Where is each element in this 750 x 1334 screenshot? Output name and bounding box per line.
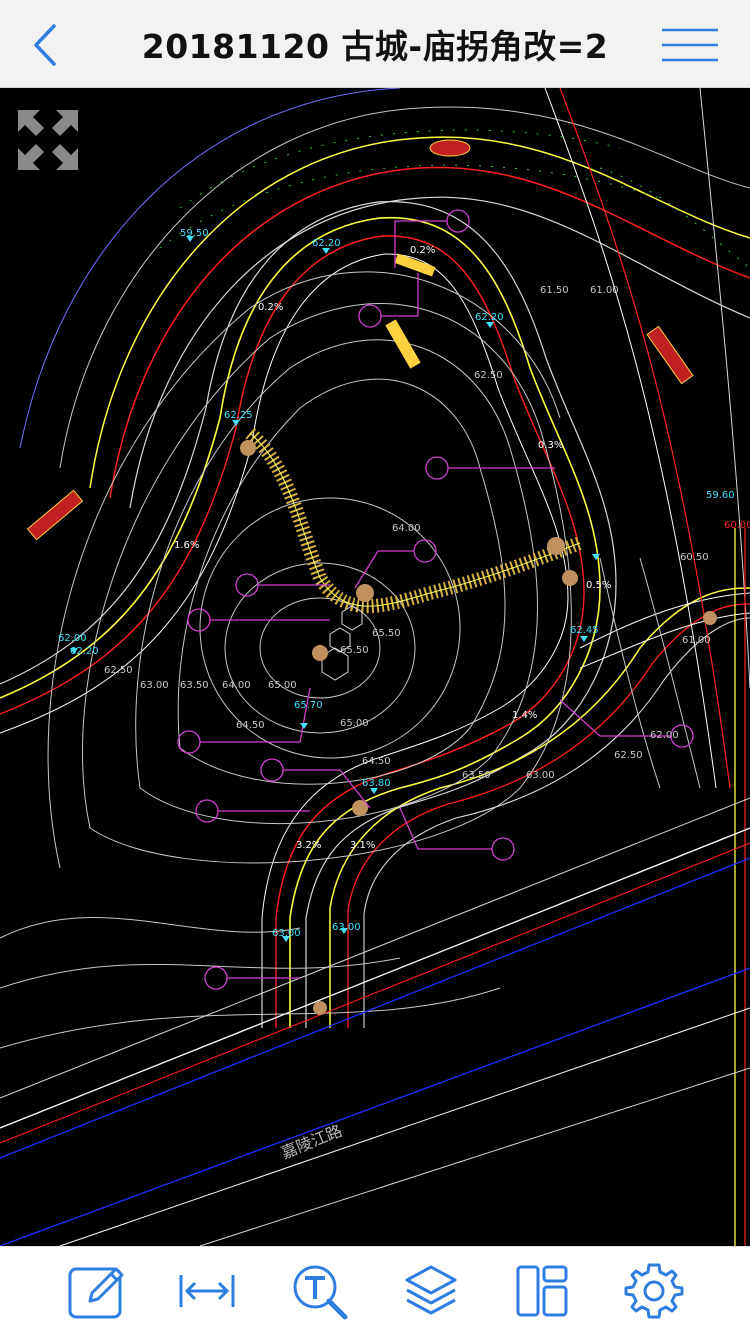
elevation-label: 60.00: [724, 520, 750, 531]
fullscreen-button[interactable]: [14, 106, 82, 174]
chevron-left-icon: [34, 24, 56, 66]
elevation-label: 63.00: [526, 770, 555, 781]
elevation-label: 62.50: [474, 370, 503, 381]
elevation-label: 62.45: [570, 625, 599, 636]
elevation-label: 61.00: [682, 635, 711, 646]
text-search-tool-button[interactable]: [287, 1259, 351, 1323]
layout-tool-button[interactable]: [510, 1259, 574, 1323]
elevation-label: 63.50: [462, 770, 491, 781]
ornament-objects: [26, 139, 694, 541]
pavilion: [321, 605, 363, 681]
gear-icon: [624, 1263, 684, 1318]
elevation-label: 62.20: [70, 646, 99, 657]
pencil-icon: [68, 1267, 124, 1318]
elevation-label: 59.50: [180, 228, 209, 239]
drawing-title: 20181120 古城-庙拐角改=2: [141, 26, 609, 66]
elevation-label: 64.00: [222, 680, 251, 691]
layout-icon: [516, 1265, 568, 1316]
elevation-label: 59.60: [706, 490, 735, 501]
elevation-label: 63.00: [272, 928, 301, 939]
elevation-label: 62.50: [614, 750, 643, 761]
elevation-label: 62.25: [224, 410, 253, 421]
elevation-label: 60.50: [680, 552, 709, 563]
hillside-road-band: [19, 88, 750, 509]
text-search-icon: [293, 1265, 348, 1319]
tree-symbols: [240, 440, 717, 1015]
bottom-toolbar: [0, 1246, 750, 1334]
elevation-label: 62.20: [312, 238, 341, 249]
expand-arrows-icon: [18, 110, 78, 170]
edit-tool-button[interactable]: [64, 1259, 128, 1323]
street-name: 嘉陵江路: [278, 1121, 344, 1163]
elevation-label: 63.00: [140, 680, 169, 691]
elevation-label: 65.00: [268, 680, 297, 691]
cad-drawing[interactable]: 59.50 62.20 62.20 62.25 62.00 62.20 62.5…: [0, 88, 750, 1246]
street-band: [0, 797, 750, 1246]
back-button[interactable]: [22, 22, 72, 68]
slope-label: 3.2%: [296, 840, 321, 851]
elevation-label: 63.00: [332, 922, 361, 933]
elevation-label: 62.00: [650, 730, 679, 741]
slope-label: 1.6%: [174, 540, 199, 551]
elevation-label: 61.00: [590, 285, 619, 296]
elevation-label: 63.80: [362, 778, 391, 789]
elevation-label: 64.50: [362, 756, 391, 767]
slope-label: 0.2%: [410, 245, 435, 256]
elevation-label: 63.50: [180, 680, 209, 691]
settings-tool-button[interactable]: [622, 1259, 686, 1323]
elevation-label: 65.70: [294, 700, 323, 711]
slope-label: 1.4%: [512, 710, 537, 721]
elevation-label: 62.50: [104, 665, 133, 676]
measure-tool-button[interactable]: [175, 1259, 239, 1323]
elevation-label: 65.50: [340, 645, 369, 656]
slope-label: 0.2%: [258, 302, 283, 313]
elevation-label: 64.00: [392, 523, 421, 534]
cad-drawing-canvas[interactable]: 59.50 62.20 62.20 62.25 62.00 62.20 62.5…: [0, 88, 750, 1246]
elevation-label: 62.00: [58, 633, 87, 644]
hamburger-menu-icon: [662, 28, 718, 62]
elevation-labels: 59.50 62.20 62.20 62.25 62.00 62.20 62.5…: [58, 228, 750, 1163]
elevation-label: 61.50: [540, 285, 569, 296]
menu-button[interactable]: [660, 26, 720, 64]
measure-arrows-icon: [179, 1274, 235, 1307]
slope-label: 0.5%: [586, 580, 611, 591]
elevation-label: 62.20: [475, 312, 504, 323]
boardwalk: [245, 427, 583, 614]
title-bar: 20181120 古城-庙拐角改=2: [0, 0, 750, 88]
slope-label: 0.3%: [538, 440, 563, 451]
slope-label: 3.1%: [350, 840, 375, 851]
layers-tool-button[interactable]: [399, 1259, 463, 1323]
layers-icon: [405, 1265, 457, 1314]
right-boundary: [544, 88, 750, 1246]
elevation-label: 65.00: [340, 718, 369, 729]
elevation-label: 65.50: [372, 628, 401, 639]
elevation-label: 64.50: [236, 720, 265, 731]
